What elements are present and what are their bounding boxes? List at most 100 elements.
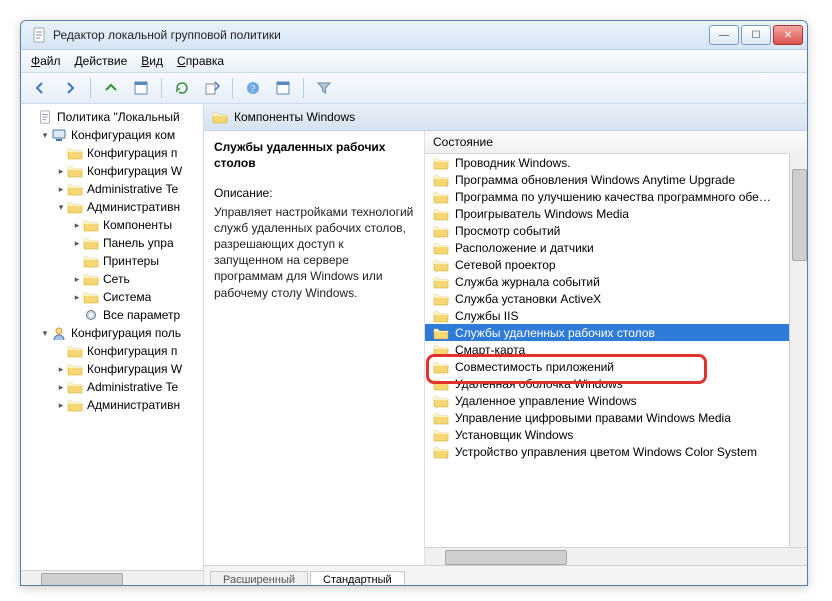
tree-item[interactable]: ▸Administrative Te [21, 378, 203, 396]
tree-item[interactable]: ▸Административн [21, 396, 203, 414]
folder-icon [83, 272, 99, 286]
tab-standard[interactable]: Стандартный [310, 571, 405, 586]
folder-icon [83, 254, 99, 268]
folder-icon [433, 343, 449, 357]
tree-item[interactable]: Конфигурация п [21, 342, 203, 360]
list-item-label: Проигрыватель Windows Media [455, 207, 629, 221]
menu-file[interactable]: Файл [31, 54, 61, 68]
folder-icon [83, 290, 99, 304]
tree-pane: Политика "Локальный▾Конфигурация комКонф… [21, 104, 204, 586]
tree-root[interactable]: Политика "Локальный [21, 108, 203, 126]
tree-item-label: Панель упра [103, 236, 174, 250]
folder-icon [433, 224, 449, 238]
close-button[interactable]: ✕ [773, 25, 803, 45]
tree-item[interactable]: ▾Конфигурация поль [21, 324, 203, 342]
tree-item[interactable]: Все параметр [21, 306, 203, 324]
list-item[interactable]: Удаленная оболочка Windows [425, 375, 807, 392]
description-pane: Службы удаленных рабочих столов Описание… [204, 131, 425, 565]
list-item[interactable]: Служба установки ActiveX [425, 290, 807, 307]
settings-icon [83, 308, 99, 322]
description-label: Описание: [214, 185, 414, 201]
list-item[interactable]: Совместимость приложений [425, 358, 807, 375]
list-item[interactable]: Сетевой проектор [425, 256, 807, 273]
list-item[interactable]: Службы IIS [425, 307, 807, 324]
tree-item[interactable]: Принтеры [21, 252, 203, 270]
menu-help[interactable]: Справка [177, 54, 224, 68]
list-item[interactable]: Служба журнала событий [425, 273, 807, 290]
forward-button[interactable] [57, 75, 83, 101]
folder-icon [433, 309, 449, 323]
list-item-label: Управление цифровыми правами Windows Med… [455, 411, 731, 425]
tree-item[interactable]: ▸Компоненты [21, 216, 203, 234]
properties-button[interactable] [270, 75, 296, 101]
tree-item[interactable]: Конфигурация п [21, 144, 203, 162]
tree-item[interactable]: ▸Конфигурация W [21, 162, 203, 180]
list-vertical-scrollbar[interactable] [789, 153, 807, 548]
folder-icon [67, 362, 83, 376]
tree-item[interactable]: ▸Панель упра [21, 234, 203, 252]
column-header-state[interactable]: Состояние [425, 131, 807, 154]
help-button[interactable] [240, 75, 266, 101]
tree-item-label: Конфигурация ком [71, 128, 175, 142]
back-button[interactable] [27, 75, 53, 101]
tree-item[interactable]: ▸Administrative Te [21, 180, 203, 198]
user-icon [51, 326, 67, 340]
list-item[interactable]: Управление цифровыми правами Windows Med… [425, 409, 807, 426]
refresh-button[interactable] [169, 75, 195, 101]
folder-icon [67, 344, 83, 358]
window-title: Редактор локальной групповой политики [53, 28, 709, 42]
folder-icon [67, 380, 83, 394]
main-header: Компоненты Windows [204, 104, 807, 131]
list-item-label: Службы IIS [455, 309, 518, 323]
list-item[interactable]: Установщик Windows [425, 426, 807, 443]
list-item[interactable]: Удаленное управление Windows [425, 392, 807, 409]
list-item-label: Служба установки ActiveX [455, 292, 601, 306]
list-item-label: Устройство управления цветом Windows Col… [455, 445, 757, 459]
folder-icon [433, 428, 449, 442]
tree-item-label: Конфигурация п [87, 146, 177, 160]
menu-action[interactable]: Действие [75, 54, 128, 68]
folder-icon [433, 173, 449, 187]
list-item-label: Просмотр событий [455, 224, 560, 238]
list-item[interactable]: Смарт-карта [425, 341, 807, 358]
toolbar-separator [303, 78, 304, 98]
folder-icon [83, 218, 99, 232]
maximize-button[interactable]: ☐ [741, 25, 771, 45]
tree-item-label: Сеть [103, 272, 130, 286]
show-hide-tree-button[interactable] [128, 75, 154, 101]
tree-item[interactable]: ▸Конфигурация W [21, 360, 203, 378]
minimize-button[interactable]: — [709, 25, 739, 45]
up-button[interactable] [98, 75, 124, 101]
folder-icon [433, 292, 449, 306]
tab-extended[interactable]: Расширенный [210, 571, 308, 586]
folder-icon [433, 275, 449, 289]
toolbar-separator [90, 78, 91, 98]
tree-item-label: Система [103, 290, 151, 304]
list-item[interactable]: Проводник Windows. [425, 154, 807, 171]
folder-icon [67, 146, 83, 160]
titlebar[interactable]: Редактор локальной групповой политики — … [21, 21, 807, 50]
tree-item-label: Административн [87, 398, 180, 412]
filter-button[interactable] [311, 75, 337, 101]
list-horizontal-scrollbar[interactable] [425, 547, 807, 565]
main-header-title: Компоненты Windows [234, 110, 355, 124]
list-item-label: Сетевой проектор [455, 258, 556, 272]
tree-item-label: Компоненты [103, 218, 172, 232]
computer-icon [51, 128, 67, 142]
tree-horizontal-scrollbar[interactable] [21, 570, 203, 586]
list-item[interactable]: Службы удаленных рабочих столов [425, 324, 807, 341]
list-item[interactable]: Устройство управления цветом Windows Col… [425, 443, 807, 460]
tree-item[interactable]: ▾Конфигурация ком [21, 126, 203, 144]
list-item[interactable]: Просмотр событий [425, 222, 807, 239]
tree-item[interactable]: ▾Административн [21, 198, 203, 216]
list-item[interactable]: Программа обновления Windows Anytime Upg… [425, 171, 807, 188]
export-button[interactable] [199, 75, 225, 101]
list-item[interactable]: Программа по улучшению качества программ… [425, 188, 807, 205]
tree-item[interactable]: ▸Сеть [21, 270, 203, 288]
folder-icon [433, 258, 449, 272]
list-pane: Состояние Проводник Windows.Программа об… [425, 131, 807, 565]
list-item[interactable]: Проигрыватель Windows Media [425, 205, 807, 222]
menu-view[interactable]: Вид [141, 54, 163, 68]
list-item[interactable]: Расположение и датчики [425, 239, 807, 256]
tree-item[interactable]: ▸Система [21, 288, 203, 306]
